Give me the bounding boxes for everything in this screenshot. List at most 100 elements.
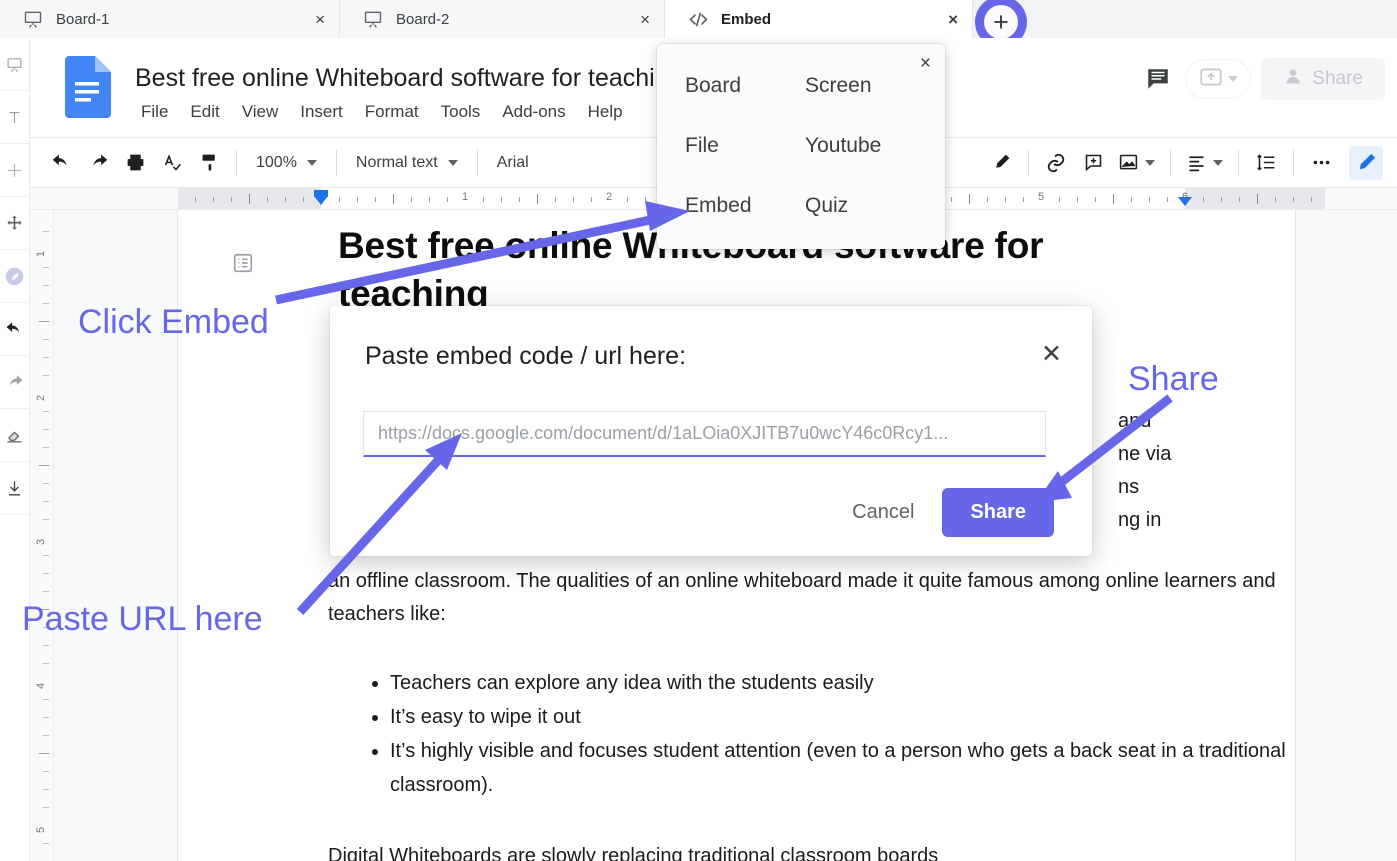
font-select[interactable]: Arial [488,146,538,180]
rail-redo-tool[interactable] [0,356,30,409]
docs-menubar: File Edit View Insert Format Tools Add-o… [135,100,629,124]
redo-icon[interactable] [81,146,115,180]
chevron-down-icon [447,159,458,166]
toolbar-divider [1293,149,1294,176]
dropdown-item-file[interactable]: File [685,134,805,158]
embed-url-modal: Paste embed code / url here: ✕ Cancel Sh… [330,306,1092,556]
dropdown-item-board[interactable]: Board [685,74,805,98]
list-item: It’s highly visible and focuses student … [390,735,1348,801]
tab-close-icon[interactable]: × [908,11,958,28]
menu-tools[interactable]: Tools [435,100,487,124]
spellcheck-icon[interactable] [155,146,189,180]
insert-dropdown-menu: × Board Screen File Youtube Embed Quiz [657,44,945,249]
paragraph-visible-2: Digital Whiteboards are slowly replacing… [328,845,939,861]
rail-pen-tool[interactable] [0,250,30,303]
add-comment-icon[interactable] [1076,146,1110,180]
list-item: Teachers can explore any idea with the s… [390,667,1348,700]
toolbar-divider [1170,149,1171,176]
indent-marker-left[interactable] [314,196,328,205]
bullet-list: Teachers can explore any idea with the s… [338,667,1348,803]
embed-url-input[interactable] [363,411,1046,457]
link-icon[interactable] [1039,146,1073,180]
rail-board-tool[interactable] [0,38,30,91]
rail-move-tool[interactable] [0,197,30,250]
toolbar-divider [236,149,237,176]
present-button[interactable] [1185,59,1252,99]
dropdown-item-embed[interactable]: Embed [685,194,805,218]
close-icon[interactable]: ✕ [1041,342,1062,367]
menu-add-ons[interactable]: Add-ons [496,100,571,124]
zoom-select[interactable]: 100% [247,146,326,180]
dropdown-item-youtube[interactable]: Youtube [805,134,925,158]
share-button[interactable]: Share [942,488,1054,537]
rail-add-tool[interactable] [0,144,30,197]
code-icon [687,8,709,30]
list-item: It’s easy to wipe it out [390,701,1348,734]
print-icon[interactable] [118,146,152,180]
menu-format[interactable]: Format [359,100,425,124]
cancel-button[interactable]: Cancel [852,501,914,524]
tab-label: Embed [721,10,772,28]
close-icon[interactable]: × [920,54,931,73]
ruler-right-margin [1185,188,1325,209]
chevron-down-icon [1213,159,1223,166]
tab-close-icon[interactable]: × [275,11,325,28]
insert-image-icon[interactable] [1113,146,1160,180]
more-horizontal-icon[interactable] [1304,146,1338,180]
rail-text-tool[interactable] [0,91,30,144]
toolbar-divider [476,149,478,176]
paragraph-fragment-right-4: ng in [1118,509,1162,531]
document-outline-icon[interactable] [228,248,258,278]
dropdown-item-quiz[interactable]: Quiz [805,194,925,218]
line-spacing-icon[interactable] [1249,146,1283,180]
menu-file[interactable]: File [135,100,174,124]
paint-format-icon[interactable] [192,146,226,180]
document-title[interactable]: Best free online Whiteboard software for… [135,64,655,93]
highlight-pen-icon[interactable] [984,146,1018,180]
toolbar-divider [1238,149,1239,176]
rail-eraser-tool[interactable] [0,409,30,462]
whiteboard-icon [22,8,44,30]
zoom-value: 100% [256,153,297,171]
present-upload-icon [1198,64,1224,95]
tab-board-2[interactable]: Board-2 × [340,0,665,38]
paragraph-fragment-right-3: ns [1118,476,1140,498]
dropdown-grid: Board Screen File Youtube Embed Quiz [685,74,925,218]
docs-header-actions: Share [1137,58,1385,100]
style-select[interactable]: Normal text [347,146,467,180]
comment-history-icon[interactable] [1137,58,1179,100]
vertical-ruler: 12345 [30,210,54,861]
paragraph-fragment-right-1: and [1118,410,1152,432]
toolbar-divider [1028,149,1029,176]
chevron-down-icon [306,159,317,166]
chevron-down-icon [1145,159,1155,166]
tab-strip: Board-1 × Board-2 × Embed × + [0,0,1397,48]
whiteboard-icon [362,8,384,30]
dropdown-item-screen[interactable]: Screen [805,74,925,98]
rail-undo-tool[interactable] [0,303,30,356]
tab-label: Board-2 [396,10,450,28]
person-lock-icon [1283,66,1303,92]
paragraph-fragment-right-2: ne via [1118,443,1172,465]
menu-help[interactable]: Help [582,100,629,124]
indent-marker-right[interactable] [1178,197,1192,206]
chevron-down-icon [1228,76,1239,82]
modal-actions: Cancel Share [852,488,1054,537]
align-left-icon[interactable] [1181,146,1228,180]
annotation-share: Share [1128,360,1219,398]
plus-icon: + [984,5,1018,39]
tab-embed[interactable]: Embed × [665,0,973,38]
share-button-label: Share [1312,68,1363,89]
edit-pencil-icon[interactable] [1349,145,1383,180]
annotation-paste-url: Paste URL here [22,600,263,638]
menu-view[interactable]: View [236,100,285,124]
undo-icon[interactable] [44,146,78,180]
rail-download-tool[interactable] [0,462,30,515]
font-value: Arial [496,153,529,171]
share-button[interactable]: Share [1261,58,1385,100]
menu-insert[interactable]: Insert [294,100,349,124]
menu-edit[interactable]: Edit [184,100,225,124]
paragraph-visible-1: an offline classroom. The qualities of a… [328,570,1276,626]
tab-close-icon[interactable]: × [600,11,650,28]
tab-board-1[interactable]: Board-1 × [0,0,340,38]
